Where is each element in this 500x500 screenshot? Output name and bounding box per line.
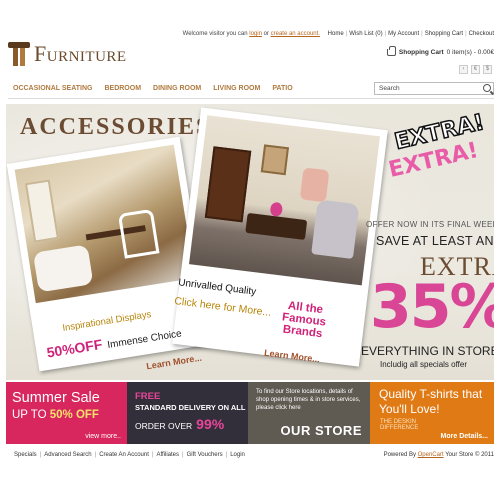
powered-prefix: Powered By xyxy=(383,452,416,458)
footer-link-login[interactable]: Login xyxy=(230,452,245,458)
separator: | xyxy=(182,452,184,458)
main-menu: OCCASIONAL SEATING BEDROOM DINING ROOM L… xyxy=(0,80,500,99)
footer: Specials | Advanced Search | Create An Accou… xyxy=(0,450,500,464)
store-description: To find our Store locations, details of … xyxy=(256,389,361,411)
free-delivery-promo[interactable]: FREE STANDARD DELIVERY ON ALL ORDER OVER… xyxy=(127,382,248,444)
summer-view-more-link[interactable]: view more.. xyxy=(85,433,121,440)
footer-links: Specials | Advanced Search | Create An Accou… xyxy=(14,452,245,458)
top-bar: Welcome visitor you can login or create … xyxy=(183,31,494,37)
top-link-checkout[interactable]: Checkout xyxy=(469,31,494,37)
top-link-cart[interactable]: Shopping Cart xyxy=(425,31,463,37)
famous-brands-caption: All the Famous Brands xyxy=(281,299,327,341)
opencart-link[interactable]: OpenCart xyxy=(418,452,444,458)
welcome-text: Welcome visitor you can xyxy=(182,31,248,37)
up-to-text: UP TO xyxy=(12,409,47,421)
learn-more-link-1[interactable]: Learn More... xyxy=(146,353,203,372)
order-over-text: ORDER OVER 99% xyxy=(135,416,224,432)
currency-euro-button[interactable]: € xyxy=(471,65,480,74)
footer-link-gift-vouchers[interactable]: Gift Vouchers xyxy=(187,452,223,458)
living-room-image xyxy=(189,115,381,286)
free-label: FREE xyxy=(135,391,161,402)
search-value: Search xyxy=(379,85,400,92)
footer-link-specials[interactable]: Specials xyxy=(14,452,37,458)
hero-banner[interactable]: ACCESSORIES Inspirational Displays 50%OF… xyxy=(6,104,494,380)
everything-in-store: EVERYTHING IN STORE xyxy=(361,344,494,358)
shopping-cart-summary[interactable]: Shopping Cart 0 item(s) - 0.00€ xyxy=(386,46,494,56)
discount-percent: 35% xyxy=(370,272,494,342)
powered-by: Powered By OpenCart Your Store © 2011 xyxy=(384,452,494,458)
order-over-amount: 99% xyxy=(196,416,225,432)
offer-final-week: OFFER NOW IN ITS FINAL WEEK xyxy=(366,220,494,229)
footer-link-affiliates[interactable]: Affiliates xyxy=(156,452,179,458)
more-details-link[interactable]: More Details... xyxy=(441,433,488,440)
order-over-label: ORDER OVER xyxy=(135,421,193,431)
summer-discount-value: 50% OFF xyxy=(49,409,99,421)
separator: | xyxy=(94,452,97,458)
menu-divider xyxy=(8,98,494,99)
search-input[interactable]: Search xyxy=(374,82,494,95)
menu-item-dining-room[interactable]: DINING ROOM xyxy=(153,85,201,92)
site-logo[interactable]: Furniture xyxy=(8,41,127,67)
dining-room-image xyxy=(14,144,195,304)
summer-sale-promo[interactable]: Summer Sale UP TO 50% OFF view more.. xyxy=(6,382,127,444)
top-link-account[interactable]: My Account xyxy=(388,31,419,37)
separator: | xyxy=(151,452,154,458)
footer-link-create-account[interactable]: Create An Account xyxy=(99,452,149,458)
tshirts-title: Quality T-shirts that You'll Love! xyxy=(379,387,483,416)
menu-item-living-room[interactable]: LIVING ROOM xyxy=(213,85,260,92)
deskin-difference: THE DESKIN DIFFERENCE xyxy=(380,419,419,431)
menu-item-occasional-seating[interactable]: OCCASIONAL SEATING xyxy=(13,85,92,92)
tshirts-promo[interactable]: Quality T-shirts that You'll Love! THE D… xyxy=(370,382,494,444)
footer-link-advanced-search[interactable]: Advanced Search xyxy=(44,452,91,458)
banner-title: ACCESSORIES xyxy=(20,114,212,140)
save-at-least: SAVE AT LEAST AN xyxy=(376,234,494,248)
cart-total: 0 item(s) - 0.00€ xyxy=(446,49,494,56)
top-link-home[interactable]: Home xyxy=(328,31,344,37)
summer-sale-title: Summer Sale xyxy=(12,390,100,406)
currency-dollar-button[interactable]: $ xyxy=(483,65,492,74)
create-account-link[interactable]: create an account. xyxy=(271,31,320,37)
includes-specials: Includig all specials offer xyxy=(380,360,468,369)
top-link-wishlist[interactable]: Wish List (0) xyxy=(349,31,382,37)
cart-icon xyxy=(386,46,396,56)
menu-item-bedroom[interactable]: BEDROOM xyxy=(104,85,141,92)
separator: | xyxy=(225,452,228,458)
top-links: Home | Wish List (0) | My Account | Shopping C… xyxy=(328,31,494,37)
menu-items: OCCASIONAL SEATING BEDROOM DINING ROOM L… xyxy=(13,85,293,92)
our-store-promo[interactable]: To find our Store locations, details of … xyxy=(248,382,370,444)
login-link[interactable]: login xyxy=(249,31,262,37)
summer-sale-discount: UP TO 50% OFF xyxy=(12,409,99,421)
or-text: or xyxy=(263,31,269,37)
search-icon[interactable] xyxy=(483,84,491,92)
separator: | xyxy=(39,452,42,458)
logo-text: Furniture xyxy=(34,41,127,66)
our-store-title: OUR STORE xyxy=(280,423,362,438)
currency-switcher: ‹ € $ xyxy=(459,65,492,74)
menu-item-patio[interactable]: PATIO xyxy=(272,85,292,92)
powered-suffix: Your Store © 2011 xyxy=(445,452,494,458)
standard-delivery-text: STANDARD DELIVERY ON ALL xyxy=(135,403,246,412)
logo-mark-icon xyxy=(8,42,30,66)
currency-back-button[interactable]: ‹ xyxy=(459,65,468,74)
cart-label: Shopping Cart xyxy=(398,49,444,56)
